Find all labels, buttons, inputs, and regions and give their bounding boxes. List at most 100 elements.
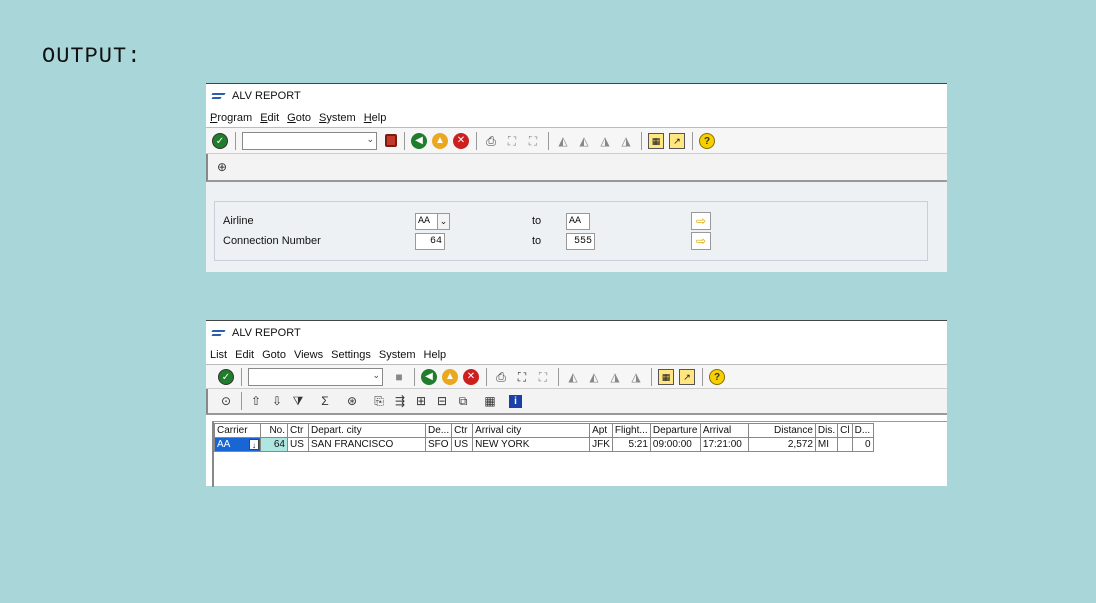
help-icon[interactable]: ? — [699, 132, 715, 149]
column-header[interactable]: No. — [260, 423, 288, 438]
local-file-icon[interactable]: ⧉ — [455, 393, 471, 409]
next-page-icon[interactable]: ◮ — [607, 369, 623, 385]
filter-icon[interactable]: ⧩ — [290, 393, 306, 409]
menu-help[interactable]: Help — [364, 112, 387, 124]
chevron-down-icon[interactable]: ⌄ — [366, 134, 374, 145]
value-help-icon[interactable]: ↓ — [249, 439, 259, 450]
cancel-icon[interactable]: ✕ — [453, 132, 469, 149]
menu-system[interactable]: System — [379, 349, 416, 361]
spreadsheet-icon[interactable]: ⊞ — [413, 393, 429, 409]
table-cell[interactable]: MI — [814, 437, 839, 452]
enter-check-icon[interactable]: ✓ — [218, 368, 234, 385]
chevron-down-icon[interactable]: ⌄ — [372, 370, 380, 381]
new-session-icon[interactable]: ▦ — [648, 132, 664, 149]
connection-number-cell[interactable]: 64 — [260, 437, 288, 452]
airline-dropdown-icon[interactable]: ⌄ — [437, 212, 450, 230]
table-cell[interactable]: SFO — [424, 437, 453, 452]
first-page-icon[interactable]: ◭ — [555, 133, 571, 149]
table-cell[interactable] — [837, 437, 853, 452]
column-header[interactable]: Flight... — [611, 423, 651, 438]
column-header[interactable]: Dis. — [814, 423, 839, 438]
shortcut-icon[interactable]: ↗ — [669, 132, 685, 149]
column-header[interactable]: De... — [424, 423, 453, 438]
column-header[interactable]: Arrival city — [472, 423, 591, 438]
table-cell[interactable]: 17:21:00 — [699, 437, 749, 452]
table-cell[interactable]: 09:00:00 — [649, 437, 701, 452]
connection-from-input[interactable]: 64 — [415, 232, 445, 250]
previous-page-icon[interactable]: ◭ — [586, 369, 602, 385]
table-cell[interactable]: US — [287, 437, 309, 452]
column-header[interactable]: Ctr — [451, 423, 474, 438]
table-cell[interactable]: US — [451, 437, 474, 452]
find-icon[interactable]: ⛶ — [514, 369, 530, 385]
menu-system[interactable]: System — [319, 112, 356, 124]
total-icon[interactable]: Σ — [317, 393, 333, 409]
first-page-icon[interactable]: ◭ — [565, 369, 581, 385]
column-header[interactable]: Depart. city — [308, 423, 426, 438]
menu-goto[interactable]: Goto — [262, 349, 286, 361]
menu-program[interactable]: Program — [210, 112, 252, 124]
carrier-cell[interactable]: AA ↓ — [214, 437, 261, 452]
menu-views[interactable]: Views — [294, 349, 323, 361]
new-session-icon[interactable]: ▦ — [658, 368, 674, 385]
menu-settings[interactable]: Settings — [331, 349, 371, 361]
column-header[interactable]: Ctr — [287, 423, 309, 438]
table-cell[interactable]: NEW YORK — [472, 437, 591, 452]
export-icon[interactable]: ⇶ — [392, 393, 408, 409]
column-header[interactable]: Cl — [837, 423, 853, 438]
word-processing-icon[interactable]: ⊟ — [434, 393, 450, 409]
find-next-icon[interactable]: ⛶ — [535, 369, 551, 385]
table-cell[interactable]: 2,572 — [747, 437, 816, 452]
shortcut-icon[interactable]: ↗ — [679, 368, 695, 385]
column-header[interactable]: Carrier — [214, 423, 261, 438]
table-cell[interactable]: 0 — [851, 437, 874, 452]
connection-to-input[interactable]: 555 — [566, 232, 595, 250]
print-preview-icon[interactable]: ⎘ — [371, 393, 387, 409]
menu-help[interactable]: Help — [424, 349, 447, 361]
back-icon[interactable]: ◀ — [421, 368, 437, 385]
print-icon[interactable]: ⎙ — [493, 369, 509, 385]
last-page-icon[interactable]: ◮ — [618, 133, 634, 149]
table-cell[interactable]: 5:21 — [611, 437, 651, 452]
next-page-icon[interactable]: ◮ — [597, 133, 613, 149]
execute-clock-icon[interactable]: ⊕ — [214, 159, 230, 175]
previous-page-icon[interactable]: ◭ — [576, 133, 592, 149]
multiple-selection-arrow-icon[interactable]: ⇨ — [691, 232, 711, 250]
column-header[interactable]: D... — [851, 423, 874, 438]
table-cell[interactable]: SAN FRANCISCO — [308, 437, 426, 452]
menu-edit[interactable]: Edit — [260, 112, 279, 124]
column-header[interactable]: Arrival — [699, 423, 749, 438]
sort-ascending-icon[interactable]: ⇧ — [248, 393, 264, 409]
save-icon[interactable] — [385, 134, 397, 147]
save-icon[interactable]: ■ — [391, 369, 407, 385]
sap-logo-icon — [212, 92, 226, 100]
airline-to-input[interactable]: AA — [566, 212, 590, 230]
subtotal-icon[interactable]: ⊛ — [344, 393, 360, 409]
cancel-icon[interactable]: ✕ — [463, 368, 479, 385]
multiple-selection-arrow-icon[interactable]: ⇨ — [691, 212, 711, 230]
change-layout-icon[interactable]: ▦ — [482, 393, 498, 409]
find-next-icon[interactable]: ⛶ — [525, 133, 541, 149]
menu-goto[interactable]: Goto — [287, 112, 311, 124]
command-field[interactable]: ⌄ — [248, 367, 383, 386]
details-icon[interactable]: ⊙ — [218, 393, 234, 409]
info-icon[interactable]: i — [509, 394, 522, 408]
menu-edit[interactable]: Edit — [235, 349, 254, 361]
table-row[interactable]: AA ↓ 64 US SAN FRANCISCO SFO US NEW YORK … — [214, 437, 874, 452]
table-cell[interactable]: JFK — [589, 437, 613, 452]
exit-icon[interactable]: ▲ — [442, 368, 458, 385]
find-icon[interactable]: ⛶ — [504, 133, 520, 149]
sort-descending-icon[interactable]: ⇩ — [269, 393, 285, 409]
column-header[interactable]: Apt — [589, 423, 613, 438]
menu-list[interactable]: List — [210, 349, 227, 361]
print-icon[interactable]: ⎙ — [483, 133, 499, 149]
command-field[interactable]: ⌄ — [242, 131, 377, 150]
column-header[interactable]: Departure — [649, 423, 701, 438]
exit-icon[interactable]: ▲ — [432, 132, 448, 149]
enter-check-icon[interactable]: ✓ — [212, 132, 228, 149]
last-page-icon[interactable]: ◮ — [628, 369, 644, 385]
help-icon[interactable]: ? — [709, 368, 725, 385]
airline-from-input[interactable]: AA — [415, 212, 438, 230]
back-icon[interactable]: ◀ — [411, 132, 427, 149]
column-header[interactable]: Distance — [747, 423, 816, 438]
